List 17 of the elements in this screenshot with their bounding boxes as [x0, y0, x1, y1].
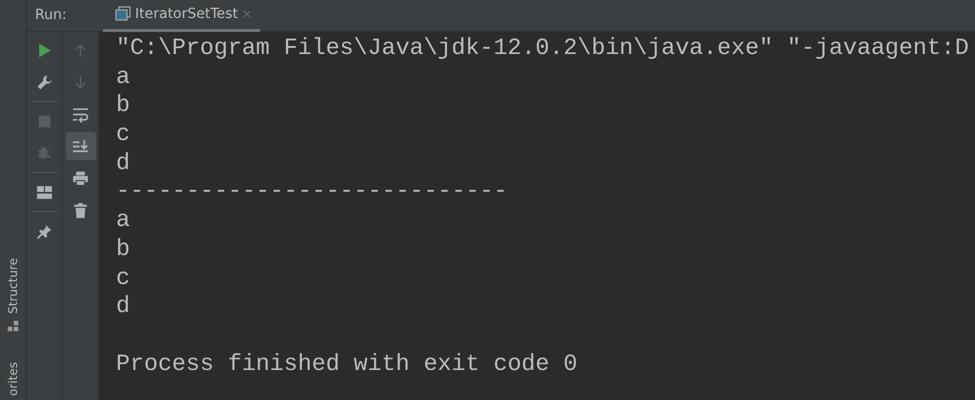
structure-icon [7, 320, 19, 332]
stop-icon [36, 112, 53, 130]
wrench-icon [36, 74, 53, 90]
bug-icon [36, 144, 53, 162]
close-icon [242, 9, 252, 19]
soft-wrap-icon [72, 106, 89, 122]
scroll-to-end-icon [72, 138, 89, 154]
tool-window-label[interactable]: orites [6, 362, 20, 396]
layout-icon [36, 184, 53, 200]
window-icon [115, 6, 131, 22]
scroll-to-end-button[interactable] [66, 132, 96, 160]
panel-label: Run: [34, 6, 68, 25]
tool-window-label[interactable]: Structure [6, 258, 20, 314]
printer-icon [72, 170, 89, 186]
run-icon [36, 42, 53, 58]
trash-icon [72, 202, 89, 218]
pin-icon [36, 222, 53, 240]
